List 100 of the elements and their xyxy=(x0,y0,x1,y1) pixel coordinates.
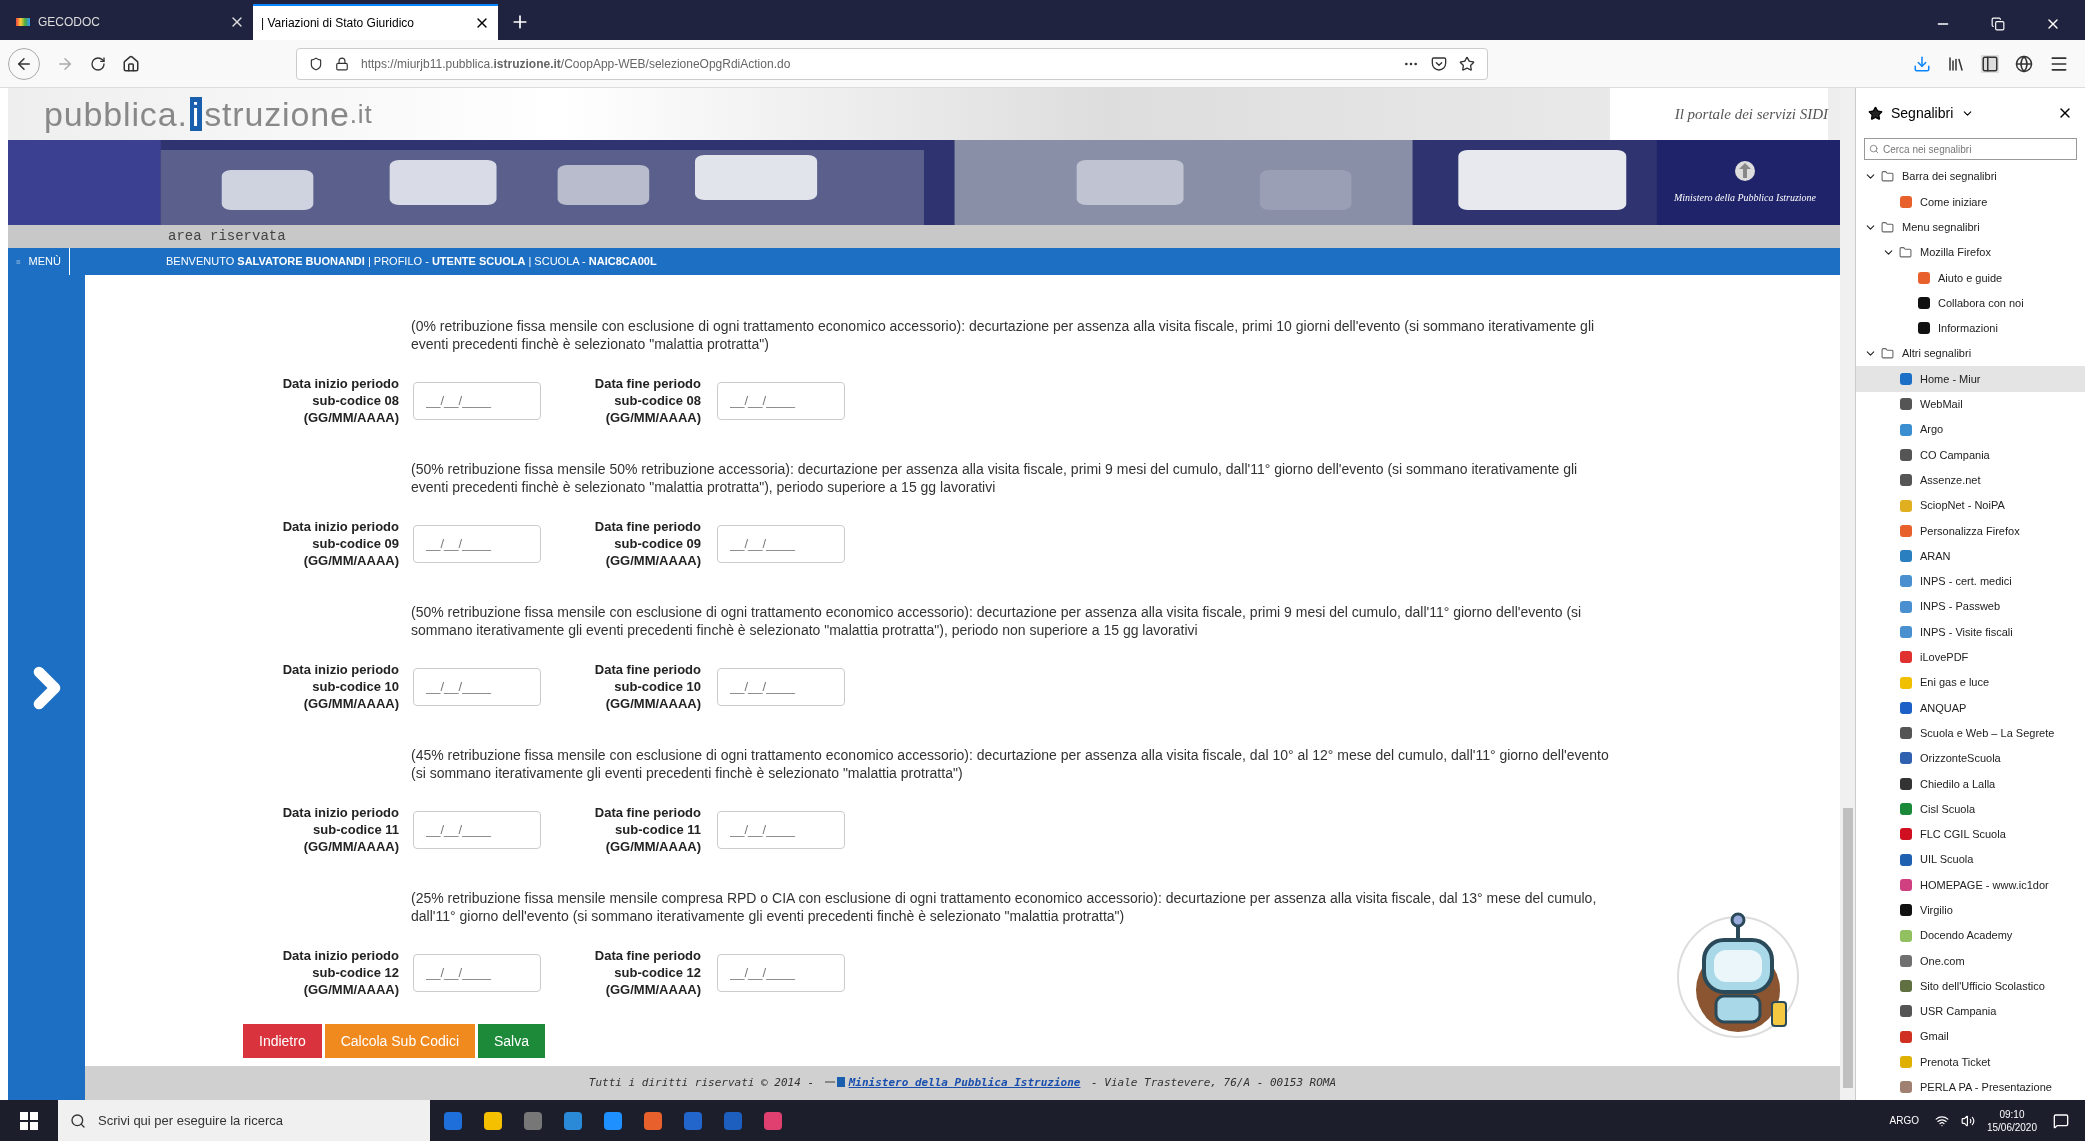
bookmark-item[interactable]: Assenze.net xyxy=(1856,467,2085,493)
bookmark-item[interactable]: CO Campania xyxy=(1856,442,2085,468)
date-field[interactable]: __/__/____ xyxy=(413,953,541,992)
copyright-text: Tutti i diritti riservati © 2014 - xyxy=(588,1074,816,1091)
scrollbar-thumb[interactable] xyxy=(1842,808,1853,1088)
windows-icon[interactable] xyxy=(20,1111,38,1130)
bookmark-item[interactable]: Informazioni xyxy=(1856,315,2085,342)
user-label: ARGO xyxy=(1889,1114,1919,1128)
date-field[interactable]: __/__/____ xyxy=(717,524,845,563)
bookmark-item[interactable]: Gmail xyxy=(1856,1024,2085,1050)
bookmark-item[interactable]: Scuola e Web – La Segrete xyxy=(1856,720,2085,746)
bookmark-item[interactable]: Eni gas e luce xyxy=(1856,669,2085,696)
bookmark-item[interactable]: Come iniziare xyxy=(1856,189,2085,215)
bookmark-item[interactable]: Aiuto e guide xyxy=(1856,265,2085,291)
date-label: Data fine periodo sub-codice 08 (GG/MM/AAAA) xyxy=(593,375,701,426)
sidebar-icon[interactable] xyxy=(1981,54,1999,73)
browser-tab[interactable]: | Variazioni di Stato Giuridico xyxy=(253,4,498,40)
bookmark-item[interactable]: Cisl Scuola xyxy=(1856,796,2085,822)
search-icon xyxy=(1869,144,1879,154)
bookmark-item[interactable]: Virgilio xyxy=(1856,897,2085,923)
bookmark-item[interactable]: FLC CGIL Scuola xyxy=(1856,821,2085,847)
date-field[interactable]: __/__/____ xyxy=(717,810,845,849)
bookmark-item[interactable]: Personalizza Firefox xyxy=(1856,518,2085,544)
address-text: - Viale Trastevere, 76/A - 00153 ROMA xyxy=(1090,1074,1337,1091)
date-field[interactable]: __/__/____ xyxy=(413,524,541,563)
notification-icon[interactable] xyxy=(2053,1112,2069,1129)
bookmark-item[interactable]: Chiedilo a Lalla xyxy=(1856,771,2085,797)
bookmark-star-icon[interactable] xyxy=(1459,55,1475,72)
section-description: (50% retribuzione fissa mensile 50% retribuzione accessoria): decurtazione per assenza alla visita fiscale, primi 9 mesi del cumulo, dall'11° giorno dell'evento (si sommano iterativamente gli eventi precedenti finchè è selezionato "malattia protratta"), periodo superiore a 15 gg lavorativi xyxy=(411,460,1579,496)
reload-icon[interactable] xyxy=(90,55,106,72)
menu-label: MENÙ xyxy=(28,254,61,270)
taskbar-search[interactable]: Scrivi qui per eseguire la ricerca xyxy=(58,1100,430,1141)
date-field[interactable]: __/__/____ xyxy=(413,667,541,706)
taskbar-app-icon[interactable] xyxy=(604,1111,622,1130)
bookmark-item[interactable]: PERLA PA - Presentazione xyxy=(1856,1074,2085,1100)
taskbar-app-icon[interactable] xyxy=(564,1111,582,1130)
download-icon[interactable] xyxy=(1913,54,1931,73)
lock-icon xyxy=(335,56,349,71)
sidebar-title[interactable]: Segnalibri xyxy=(1891,102,1954,124)
bookmark-item[interactable]: UIL Scuola xyxy=(1856,847,2085,873)
pocket-icon[interactable] xyxy=(1431,55,1447,72)
date-field[interactable]: __/__/____ xyxy=(717,667,845,706)
bookmark-item[interactable]: SciopNet - NoiPA xyxy=(1856,492,2085,519)
folder-icon xyxy=(1881,347,1894,361)
bookmark-folder[interactable]: Mozilla Firefox xyxy=(1856,239,2085,266)
bookmark-item[interactable]: Argo xyxy=(1856,416,2085,443)
section-description: (45% retribuzione fissa mensile con esclusione di ogni trattamento economico accessorio): decurtazione per assenza alla visita fiscale, dal 10° al 12° mese del cumulo, dall'11° giorno dell'evento (si sommano iterativamente gli eventi precedenti finchè è selezionato "malattia protratta") xyxy=(411,746,1610,782)
shield-icon xyxy=(309,56,323,71)
section-description: (25% retribuzione fissa mensile mensile compresa RPD o CIA con esclusione di ogni trattamento economico accessorio): decurtazione per assenza alla visita fiscale, dal 13° mese del cumulo, dall'11° giorno dell'evento (si sommano iterativamente gli eventi precedenti finchè è selezionato "malattia protratta") xyxy=(411,889,1598,925)
bookmark-folder[interactable]: Menu segnalibri xyxy=(1856,214,2085,240)
date-label: Data inizio periodo sub-codice 08 (GG/MM/AAAA) xyxy=(281,375,399,426)
bookmark-item[interactable]: INPS - Visite fiscali xyxy=(1856,619,2085,645)
area-label: area riservata xyxy=(168,227,286,246)
bookmark-item[interactable]: INPS - Passweb xyxy=(1856,594,2085,620)
bookmark-folder[interactable]: Altri segnalibri xyxy=(1856,341,2085,367)
taskbar-app-icon[interactable] xyxy=(644,1111,662,1130)
bookmark-item[interactable]: ARAN xyxy=(1856,543,2085,569)
address-bar[interactable]: https://miurjb11.pubblica.istruzione.it/CoopApp-WEB/selezioneOpgRdiAction.do xyxy=(296,47,1488,80)
back-button[interactable]: Indietro xyxy=(243,1024,322,1058)
library-icon[interactable] xyxy=(1947,54,1965,73)
taskbar-app-icon[interactable] xyxy=(484,1111,502,1130)
url-text: https://miurjb11.pubblica.istruzione.it/CoopApp-WEB/selezioneOpgRdiAction.do xyxy=(361,55,792,73)
bookmark-item[interactable]: Docendo Academy xyxy=(1856,922,2085,949)
bookmark-item[interactable]: INPS - cert. medici xyxy=(1856,568,2085,595)
clock-time: 09:10 xyxy=(1999,1107,2025,1121)
bookmark-item[interactable]: Prenota Ticket xyxy=(1856,1049,2085,1075)
ministry-link[interactable]: Ministero della Pubblica Istruzione xyxy=(848,1074,1081,1092)
bookmark-item[interactable]: Sito dell'Ufficio Scolastico xyxy=(1856,973,2085,999)
bookmark-folder[interactable]: Barra dei segnalibri xyxy=(1856,164,2085,190)
home-icon[interactable] xyxy=(122,54,140,73)
browser-tab[interactable]: GECODOC xyxy=(8,4,253,40)
date-field[interactable]: __/__/____ xyxy=(717,381,845,420)
tab-title: | Variazioni di Stato Giuridico xyxy=(261,15,415,32)
extension-icon[interactable] xyxy=(2015,54,2033,73)
date-field[interactable]: __/__/____ xyxy=(413,810,541,849)
bookmark-item[interactable]: HOMEPAGE - www.ic1dor xyxy=(1856,872,2085,898)
bookmark-search-field[interactable]: Cerca nei segnalibri xyxy=(1864,138,2077,160)
folder-icon xyxy=(1881,220,1894,234)
section-description: (50% retribuzione fissa mensile con esclusione di ogni trattamento economico accessorio): decurtazione per assenza alla visita fiscale, primi 9 mesi del cumulo, dall'11° giorno dell'evento (si sommano iterativamente gli eventi precedenti finchè è selezionato "malattia protratta"), periodo non superiore a 15 gg lavorativi xyxy=(411,603,1583,639)
site-icon xyxy=(16,18,30,26)
bookmark-item[interactable]: ANQUAP xyxy=(1856,695,2085,721)
bookmark-item[interactable]: Collabora con noi xyxy=(1856,290,2085,316)
restore-icon[interactable] xyxy=(1991,17,2005,31)
taskbar-app-icon[interactable] xyxy=(764,1111,782,1130)
site-logo: pubblica.i struzione.it xyxy=(44,97,373,131)
bookmark-item[interactable]: One.com xyxy=(1856,948,2085,974)
save-button[interactable]: Salva xyxy=(478,1024,546,1058)
bookmark-item[interactable]: USR Campania xyxy=(1856,998,2085,1025)
date-label: Data inizio periodo sub-codice 09 (GG/MM/AAAA) xyxy=(281,518,399,569)
volume-icon[interactable] xyxy=(1960,1113,1975,1128)
network-icon[interactable] xyxy=(1934,1113,1949,1128)
date-field[interactable]: __/__/____ xyxy=(717,953,845,992)
bookmark-item[interactable]: iLovePDF xyxy=(1856,644,2085,670)
tab-title: GECODOC xyxy=(38,14,101,31)
folder-icon xyxy=(1899,246,1912,260)
date-label: Data fine periodo sub-codice 11 (GG/MM/AAAA) xyxy=(593,804,701,855)
bookmark-item[interactable]: Home - Miur xyxy=(1856,366,2085,392)
bookmark-item[interactable]: OrizzonteScuola xyxy=(1856,745,2085,772)
date-field[interactable]: __/__/____ xyxy=(413,381,541,420)
bookmark-item[interactable]: WebMail xyxy=(1856,391,2085,417)
